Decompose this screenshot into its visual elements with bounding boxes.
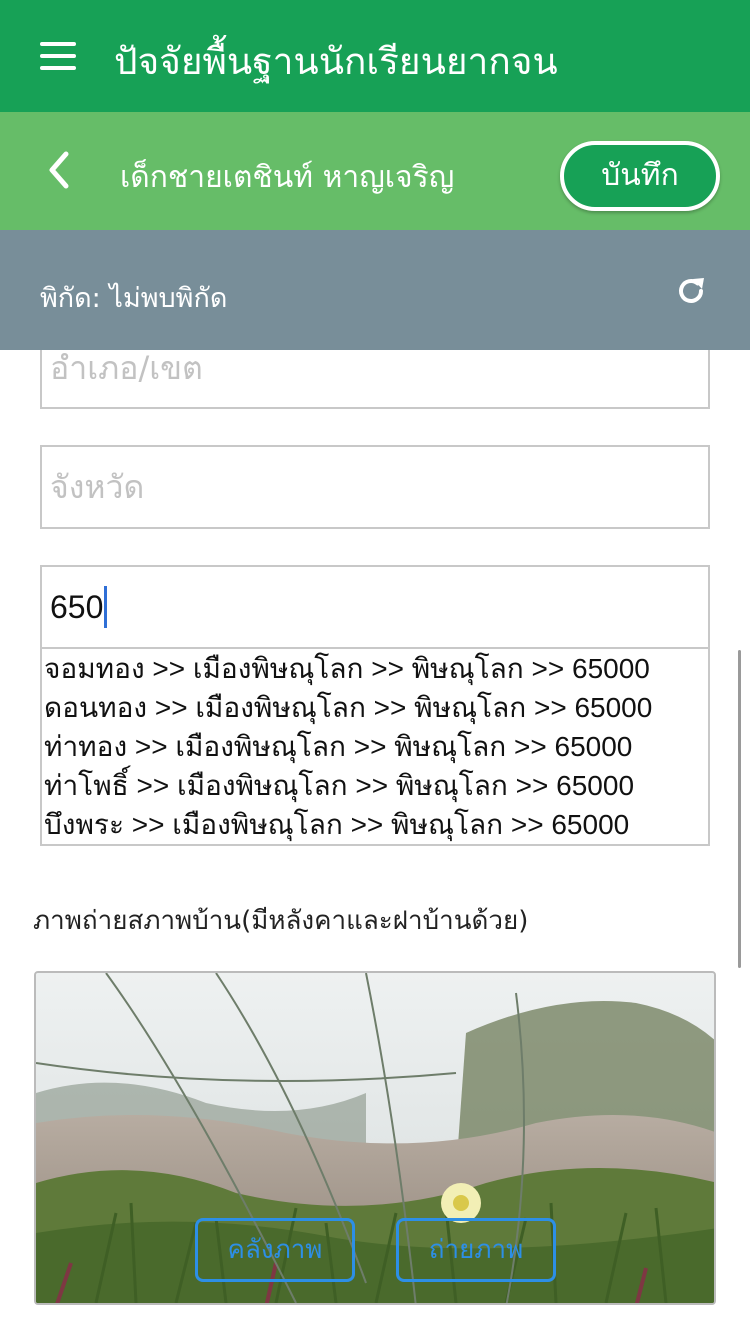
scrollbar[interactable]: [738, 650, 741, 968]
coordinate-status-overlay: พิกัด: ไม่พบพิกัด: [40, 283, 228, 314]
app-title: ปัจจัยพื้นฐานนักเรียนยากจน: [114, 40, 558, 83]
gallery-button[interactable]: คลังภาพ: [195, 1218, 355, 1282]
suggestion-item[interactable]: ท่าทอง >> เมืองพิษณุโลก >> พิษณุโลก >> 6…: [42, 727, 708, 766]
suggestion-item[interactable]: จอมทอง >> เมืองพิษณุโลก >> พิษณุโลก >> 6…: [42, 649, 708, 688]
house-photo-label: ภาพถ่ายสภาพบ้าน(มีหลังคาและฝาบ้านด้วย): [33, 906, 529, 936]
save-button[interactable]: บันทึก: [560, 141, 720, 211]
suggestion-item[interactable]: บึงพระ >> เมืองพิษณุโลก >> พิษณุโลก >> 6…: [42, 805, 708, 844]
postcode-suggestion-list: จอมทอง >> เมืองพิษณุโลก >> พิษณุโลก >> 6…: [40, 648, 710, 846]
postcode-value: 650: [50, 589, 104, 625]
student-name: เด็กชายเตชินท์ หาญเจริญ: [120, 160, 455, 195]
hamburger-menu-icon[interactable]: [40, 42, 76, 70]
province-placeholder: จังหวัด: [50, 468, 145, 506]
suggestion-item[interactable]: ดอนทอง >> เมืองพิษณุโลก >> พิษณุโลก >> 6…: [42, 688, 708, 727]
house-photo: [34, 971, 716, 1305]
take-photo-button[interactable]: ถ่ายภาพ: [396, 1218, 556, 1282]
postcode-field[interactable]: 650: [40, 565, 710, 649]
text-caret: [104, 585, 108, 628]
chevron-left-icon[interactable]: [42, 148, 78, 192]
province-field[interactable]: จังหวัด: [40, 445, 710, 529]
refresh-icon[interactable]: [674, 274, 708, 308]
suggestion-item[interactable]: ท่าโพธิ์ >> เมืองพิษณุโลก >> พิษณุโลก >>…: [42, 766, 708, 805]
